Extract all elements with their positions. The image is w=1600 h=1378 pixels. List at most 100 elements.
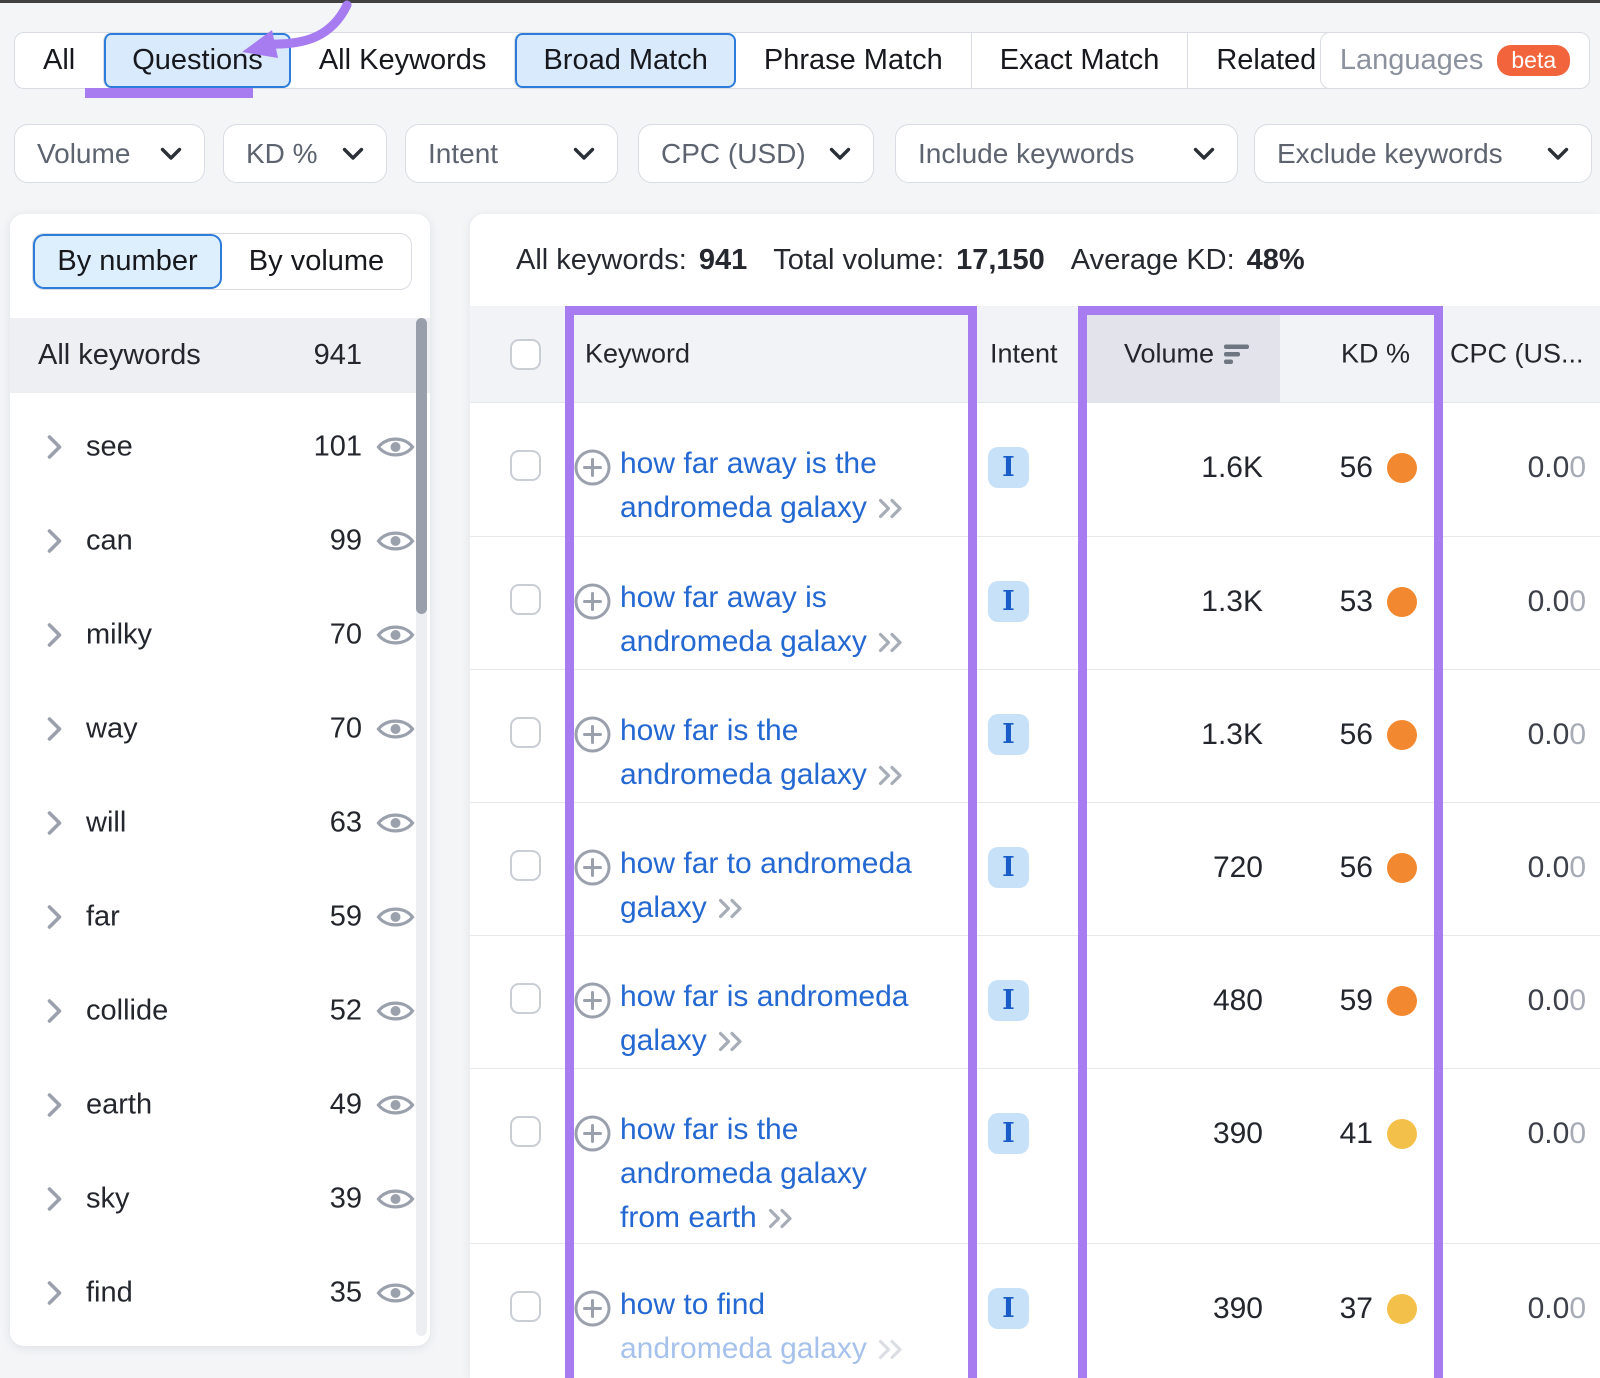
eye-icon[interactable] [375,903,416,932]
filter-include-keywords[interactable]: Include keywords [895,124,1238,183]
sidebar-group-row[interactable]: way70 [10,682,430,776]
keyword-cell[interactable]: how far away is theandromeda galaxy [620,442,990,530]
eye-toggle[interactable] [375,1185,416,1214]
open-keyword-icon[interactable] [877,764,906,787]
add-to-list-icon[interactable] [573,582,612,621]
row-checkbox[interactable] [510,450,541,481]
toggle-by-number[interactable]: By number [33,234,222,289]
keyword-text[interactable]: andromeda galaxy [620,1152,867,1196]
sidebar-group-row[interactable]: collide52 [10,964,430,1058]
open-keyword-icon[interactable] [717,1030,746,1053]
tab-broad-match[interactable]: Broad Match [514,33,735,88]
filter-intent[interactable]: Intent [405,124,618,183]
cpc-column-header[interactable]: CPC (US... [1450,339,1584,370]
row-checkbox[interactable] [510,1116,541,1147]
keyword-cell[interactable]: how far is theandromeda galaxyfrom earth [620,1108,990,1240]
filter-exclude-keywords[interactable]: Exclude keywords [1254,124,1592,183]
keyword-text[interactable]: how far away is [620,576,827,620]
expand-chevron[interactable] [46,904,63,931]
add-to-list-icon[interactable] [573,848,612,887]
eye-icon[interactable] [375,1185,416,1214]
sidebar-scrollbar-thumb[interactable] [416,318,427,614]
tab-all-keywords[interactable]: All Keywords [291,33,515,88]
keyword-text[interactable]: galaxy [620,886,707,930]
add-to-list-icon[interactable] [573,981,612,1020]
eye-icon[interactable] [375,433,416,462]
sidebar-group-row[interactable]: find35 [10,1246,430,1340]
sidebar-group-row[interactable]: can99 [10,494,430,588]
select-all-checkbox[interactable] [510,339,541,370]
eye-toggle[interactable] [375,997,416,1026]
keyword-text[interactable]: how far away is the [620,442,877,486]
open-keyword-icon[interactable] [877,497,906,520]
keyword-text[interactable]: andromeda galaxy [620,753,867,797]
expand-chevron[interactable] [46,810,63,837]
keyword-text[interactable]: how far to andromeda [620,842,912,886]
filter-cpc[interactable]: CPC (USD) [638,124,874,183]
expand-chevron[interactable] [46,1092,63,1119]
keyword-cell[interactable]: how far to andromedagalaxy [620,842,990,930]
tab-all[interactable]: All [15,33,103,88]
keyword-cell[interactable]: how far away isandromeda galaxy [620,576,990,664]
keyword-text[interactable]: how far is andromeda [620,975,909,1019]
eye-toggle[interactable] [375,621,416,650]
keyword-text[interactable]: andromeda galaxy [620,1327,867,1371]
keyword-text[interactable]: how far is the [620,1108,798,1152]
expand-chevron[interactable] [46,434,63,461]
row-checkbox[interactable] [510,1291,541,1322]
keyword-text[interactable]: from earth [620,1196,757,1240]
keyword-cell[interactable]: how to findandromeda galaxy [620,1283,990,1371]
eye-toggle[interactable] [375,527,416,556]
eye-icon[interactable] [375,997,416,1026]
expand-chevron[interactable] [46,1186,63,1213]
keyword-cell[interactable]: how far is theandromeda galaxy [620,709,990,797]
expand-chevron[interactable] [46,1280,63,1307]
keyword-text[interactable]: galaxy [620,1019,707,1063]
expand-chevron[interactable] [46,716,63,743]
tab-exact-match[interactable]: Exact Match [971,33,1188,88]
eye-icon[interactable] [375,1279,416,1308]
add-to-list-icon[interactable] [573,715,612,754]
kd-column-header[interactable]: KD % [1280,339,1410,370]
add-to-list-icon[interactable] [573,1114,612,1153]
sidebar-group-row[interactable]: will63 [10,776,430,870]
eye-icon[interactable] [375,621,416,650]
filter-kd[interactable]: KD % [223,124,387,183]
row-checkbox[interactable] [510,584,541,615]
eye-toggle[interactable] [375,1091,416,1120]
sidebar-group-row[interactable]: see101 [10,400,430,494]
sidebar-all-keywords-row[interactable]: All keywords 941 [10,318,430,393]
keyword-text[interactable]: andromeda galaxy [620,486,867,530]
expand-chevron[interactable] [46,998,63,1025]
tab-questions[interactable]: Questions [103,33,291,88]
row-checkbox[interactable] [510,983,541,1014]
eye-icon[interactable] [375,715,416,744]
eye-icon[interactable] [375,1091,416,1120]
expand-chevron[interactable] [46,528,63,555]
sidebar-group-row[interactable]: far59 [10,870,430,964]
row-checkbox[interactable] [510,850,541,881]
open-keyword-icon[interactable] [717,897,746,920]
keyword-text[interactable]: how far is the [620,709,798,753]
volume-column-header[interactable]: Volume [1084,339,1280,370]
keyword-cell[interactable]: how far is andromedagalaxy [620,975,990,1063]
expand-chevron[interactable] [46,622,63,649]
eye-icon[interactable] [375,527,416,556]
eye-toggle[interactable] [375,903,416,932]
open-keyword-icon[interactable] [877,1338,906,1361]
open-keyword-icon[interactable] [767,1207,796,1230]
toggle-by-volume[interactable]: By volume [222,234,411,289]
filter-volume[interactable]: Volume [14,124,205,183]
sidebar-group-row[interactable]: sky39 [10,1152,430,1246]
tab-phrase-match[interactable]: Phrase Match [736,33,971,88]
sidebar-group-row[interactable]: milky70 [10,588,430,682]
row-checkbox[interactable] [510,717,541,748]
sidebar-group-row[interactable]: earth49 [10,1058,430,1152]
eye-icon[interactable] [375,809,416,838]
keyword-text[interactable]: how to find [620,1283,765,1327]
eye-toggle[interactable] [375,715,416,744]
add-to-list-icon[interactable] [573,448,612,487]
eye-toggle[interactable] [375,433,416,462]
languages-button[interactable]: Languages beta [1320,32,1590,89]
open-keyword-icon[interactable] [877,631,906,654]
